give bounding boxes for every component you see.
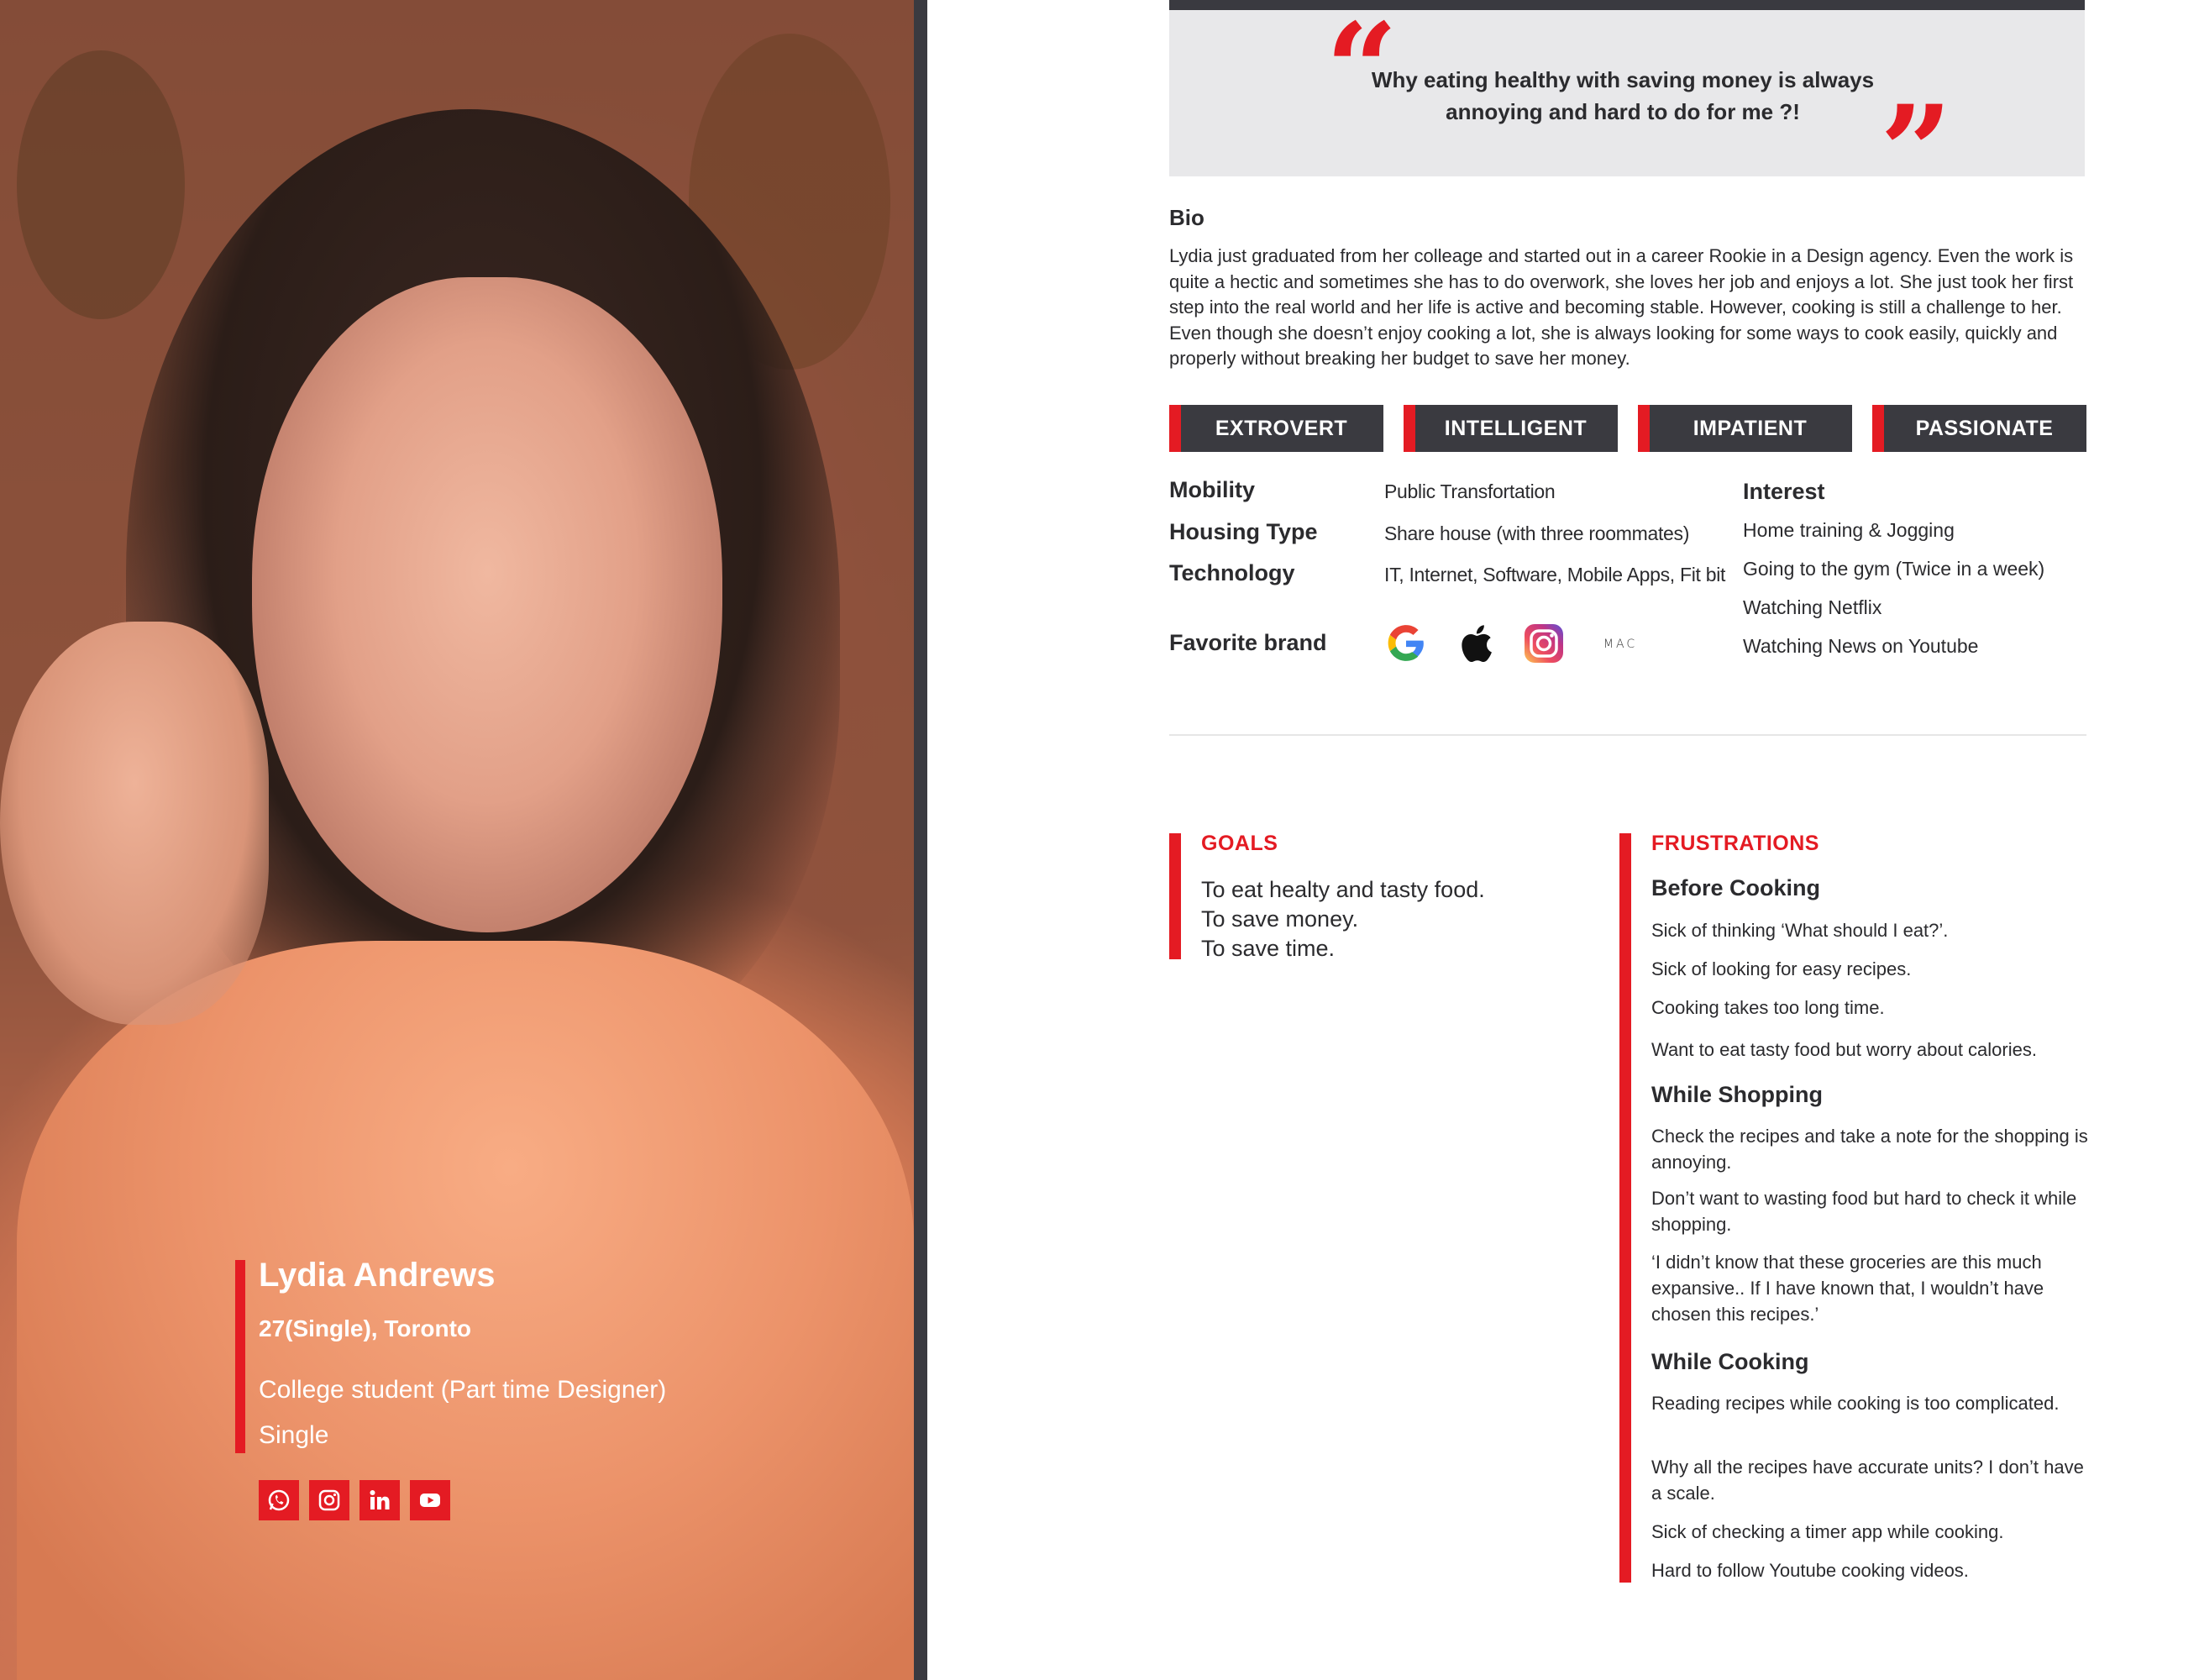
trait-label: EXTROVERT	[1215, 416, 1348, 440]
interest-heading: Interest	[1743, 479, 1825, 504]
trait-label: PASSIONATE	[1915, 416, 2054, 440]
before-cooking-heading: Before Cooking	[1651, 875, 1821, 900]
goal-item: To eat healty and tasty food.	[1201, 877, 1485, 902]
interest-item: Home training & Jogging	[1743, 519, 1955, 541]
frustration-item: Want to eat tasty food but worry about c…	[1651, 1039, 2037, 1060]
linkedin-icon[interactable]	[360, 1480, 400, 1520]
interest-item: Going to the gym (Twice in a week)	[1743, 558, 2045, 580]
trait-label: IMPATIENT	[1693, 416, 1808, 440]
photo-divider	[914, 0, 927, 1680]
persona-photo: Lydia Andrews 27(Single), Toronto Colleg…	[0, 0, 914, 1680]
goal-item: To save money.	[1201, 906, 1359, 932]
persona-quote: Why eating healthy with saving money is …	[1371, 67, 1875, 124]
technology-value: IT, Internet, Software, Mobile Apps, Fit…	[1384, 564, 1726, 585]
frustration-item: Check the recipes and take a note for th…	[1651, 1126, 2088, 1173]
frustration-item: Reading recipes while cooking is too com…	[1651, 1393, 2060, 1414]
persona-name: Lydia Andrews	[259, 1257, 496, 1294]
face	[252, 277, 722, 932]
housing-value: Share house (with three roommates)	[1384, 522, 1690, 544]
trait-accent	[1872, 405, 1884, 452]
frustration-item: Hard to follow Youtube cooking videos.	[1651, 1560, 1969, 1581]
while-shopping-heading: While Shopping	[1651, 1082, 1823, 1107]
personality-traits: EXTROVERT INTELLIGENT IMPATIENT PASSIONA…	[1169, 405, 2086, 452]
frustrations-heading: FRUSTRATIONS	[1651, 832, 1819, 855]
persona-occupation: College student (Part time Designer)	[259, 1376, 667, 1404]
close-quote-mark: ”	[1880, 78, 1953, 226]
shirt	[17, 941, 914, 1680]
profile-accent-bar	[235, 1260, 245, 1453]
frustration-item: Sick of checking a timer app while cooki…	[1651, 1521, 2004, 1542]
persona-age-location: 27(Single), Toronto	[259, 1315, 472, 1341]
trait-tag: IMPATIENT	[1638, 405, 1852, 452]
frustration-item: Sick of thinking ‘What should I eat?’.	[1651, 920, 1949, 941]
trait-tag: PASSIONATE	[1872, 405, 2086, 452]
frustration-item: Sick of looking for easy recipes.	[1651, 958, 1912, 979]
youtube-icon[interactable]	[410, 1480, 450, 1520]
trait-tag: EXTROVERT	[1169, 405, 1383, 452]
apple-icon	[1453, 622, 1497, 665]
trait-accent	[1638, 405, 1650, 452]
mac-logo-text: MAC	[1603, 638, 1637, 651]
background-foliage	[17, 50, 185, 319]
trait-accent	[1169, 405, 1181, 452]
hand	[0, 622, 269, 1025]
frustrations-accent-bar	[1619, 833, 1631, 1583]
frustration-item: ‘I didn’t know that these groceries are …	[1651, 1252, 2044, 1325]
mobility-label: Mobility	[1169, 477, 1255, 502]
while-cooking-heading: While Cooking	[1651, 1349, 1809, 1374]
favorite-brands: MAC	[1384, 622, 1650, 665]
interest-item: Watching Netflix	[1743, 596, 1882, 618]
technology-label: Technology	[1169, 560, 1295, 585]
trait-accent	[1404, 405, 1415, 452]
housing-label: Housing Type	[1169, 519, 1318, 544]
frustration-item: Cooking takes too long time.	[1651, 997, 1885, 1018]
trait-tag: INTELLIGENT	[1404, 405, 1618, 452]
goals-accent-bar	[1169, 833, 1181, 959]
favorite-brand-label: Favorite brand	[1169, 630, 1327, 655]
goals-heading: GOALS	[1201, 832, 1278, 855]
instagram-icon[interactable]	[309, 1480, 349, 1520]
instagram-icon	[1522, 622, 1566, 665]
frustration-item: Don’t want to wasting food but hard to c…	[1651, 1188, 2077, 1235]
mobility-value: Public Transfortation	[1384, 480, 1556, 502]
trait-label: INTELLIGENT	[1444, 416, 1588, 440]
social-links	[259, 1480, 450, 1520]
interest-item: Watching News on Youtube	[1743, 635, 1979, 657]
whatsapp-icon[interactable]	[259, 1480, 299, 1520]
bio-text: Lydia just graduated from her colleage a…	[1169, 245, 2074, 369]
frustration-item: Why all the recipes have accurate units?…	[1651, 1457, 2084, 1504]
mac-cosmetics-logo: MAC	[1591, 622, 1650, 665]
section-divider	[1169, 734, 2086, 736]
quote-top-bar	[1169, 0, 2085, 10]
google-icon	[1384, 622, 1428, 665]
persona-status: Single	[259, 1421, 329, 1449]
quote-box: “ Why eating healthy with saving money i…	[1169, 0, 2085, 215]
goal-item: To save time.	[1201, 936, 1336, 961]
bio-heading: Bio	[1169, 205, 1204, 230]
